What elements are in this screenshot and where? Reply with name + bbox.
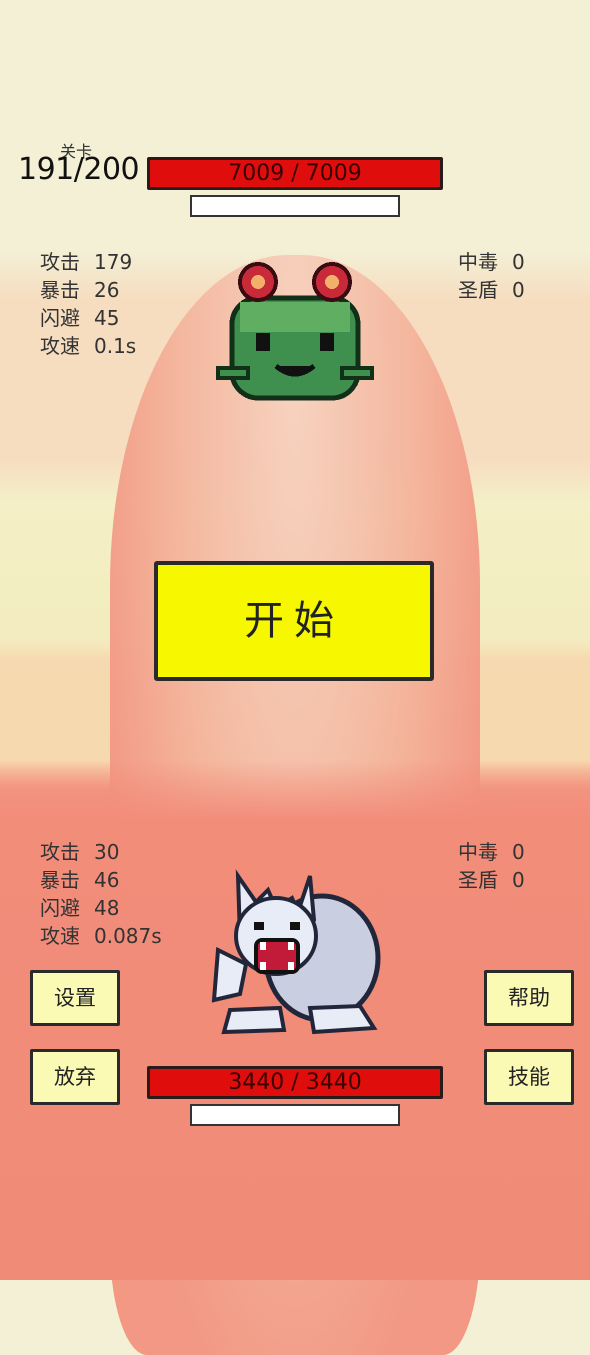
enemy-stats-left: 攻击 179 暴击 26 闪避 45 攻速 0.1s [40,248,136,360]
start-button[interactable]: 开始 [154,561,434,681]
help-button[interactable]: 帮助 [484,970,574,1026]
player-stat-poison: 中毒 0 [458,840,525,864]
enemy-hp-text: 7009 / 7009 [228,161,362,186]
player-stat-dodge: 闪避 48 [40,896,120,920]
player-stat-attack: 攻击 30 [40,840,120,864]
enemy-sub-bar [190,195,400,217]
player-stats-left: 攻击 30 暴击 46 闪避 48 攻速 0.087s [40,838,162,950]
enemy-stat-speed: 攻速 0.1s [40,334,137,358]
enemy-stat-crit: 暴击 26 [40,278,120,302]
white-werewolf-icon [211,869,381,1035]
player-hp-text: 3440 / 3440 [228,1070,362,1095]
enemy-stat-dodge: 闪避 45 [40,306,120,330]
player-stat-speed: 攻速 0.087s [40,924,162,948]
enemy-stats-right: 中毒 0 圣盾 0 [458,248,525,304]
level-value: 191/200 [18,152,140,187]
player-hp-bar: 3440 / 3440 [147,1066,443,1099]
skills-button[interactable]: 技能 [484,1049,574,1105]
settings-button[interactable]: 设置 [30,970,120,1026]
player-stat-crit: 暴击 46 [40,868,120,892]
green-frog-monster-icon [216,262,374,401]
player-stat-shield: 圣盾 0 [458,868,525,892]
player-sub-bar [190,1104,400,1126]
give-up-button[interactable]: 放弃 [30,1049,120,1105]
enemy-stat-shield: 圣盾 0 [458,278,525,302]
enemy-hp-bar: 7009 / 7009 [147,157,443,190]
enemy-stat-attack: 攻击 179 [40,250,133,274]
player-stats-right: 中毒 0 圣盾 0 [458,838,525,894]
enemy-stat-poison: 中毒 0 [458,250,525,274]
